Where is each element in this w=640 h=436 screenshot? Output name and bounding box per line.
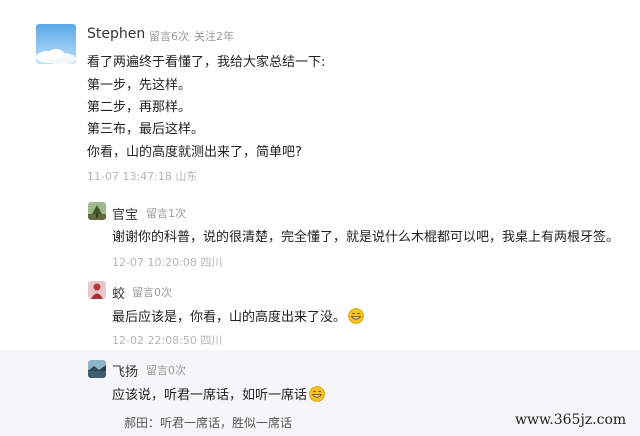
reply-timestamp: 12-07 10:20:08 四川 [112,256,223,269]
comment-timestamp: 11-07 13:47:18 山东 [87,170,198,183]
reply-comment-count: 留言1次 [146,207,186,220]
landscape-avatar-icon [88,360,106,378]
reply-avatar[interactable] [88,360,106,378]
tree-avatar-icon [88,202,106,220]
reply-text-content: 应该说，听君一席话，如听一席话 [112,388,308,403]
reply-author[interactable]: 官宝 [112,204,138,223]
site-watermark: www.365jz.com [515,412,627,428]
main-avatar[interactable] [36,24,76,64]
sub-reply-text: 郝田：听君一席话，胜似一席话 [124,416,293,430]
comment-line: 看了两遍终于看懂了，我给大家总结一下: [87,55,326,70]
reply-author[interactable]: 蛟 [112,283,125,302]
reply-text: 应该说，听君一席话，如听一席话 [112,386,325,405]
reply-timestamp: 12-02 22:08:50 四川 [112,334,223,347]
reply-author[interactable]: 飞扬 [112,361,138,380]
comment-line: 你看，山的高度就测出来了，简单吧? [87,145,302,160]
reply-comment-count: 留言0次 [146,364,186,377]
comment-line: 第一步，先这样。 [87,78,192,93]
author-name[interactable]: Stephen [87,26,145,42]
comment-count: 留言6次 [149,30,189,43]
sky-avatar-icon [36,24,76,64]
reply-text: 谢谢你的科普，说的很清楚，完全懂了，就是说什么木棍都可以吧，我桌上有两根牙签。 [112,230,620,245]
grin-emoji-icon [348,308,364,324]
reply-text: 最后应该是，你看，山的高度出来了没。 [112,308,364,327]
comment-line: 第二步，再那样。 [87,100,192,115]
reply-text-content: 最后应该是，你看，山的高度出来了没。 [112,310,347,325]
reply-avatar[interactable] [88,281,106,299]
follow-info: 关注2年 [194,30,234,43]
comment-line: 第三布，最后这样。 [87,122,205,137]
figure-avatar-icon [88,281,106,299]
reply-avatar[interactable] [88,202,106,220]
grin-emoji-icon [309,386,325,402]
reply-comment-count: 留言0次 [132,286,172,299]
